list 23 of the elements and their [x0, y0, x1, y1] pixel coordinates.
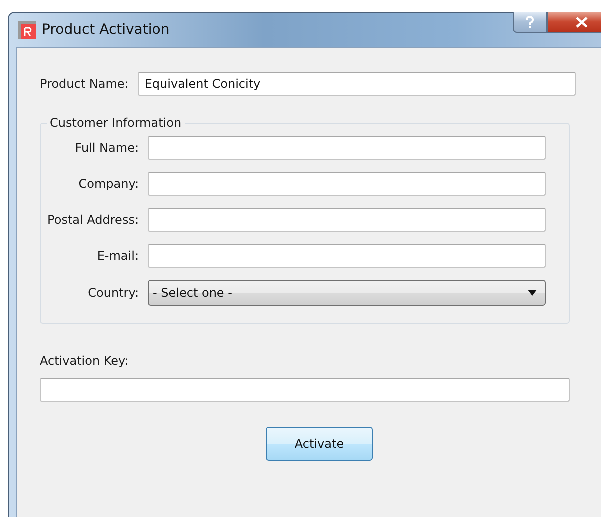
- activation-key-field[interactable]: [40, 378, 570, 402]
- field-label: Country:: [87, 286, 140, 300]
- input-field[interactable]: [148, 244, 546, 268]
- group-title: Customer Information: [49, 116, 183, 130]
- close-button[interactable]: [547, 12, 601, 33]
- caret-icon: [528, 290, 537, 296]
- product-name-label: Product Name:: [40, 77, 129, 91]
- window-title: Product Activation: [42, 22, 170, 38]
- country-dropdown[interactable]: - Select one -: [148, 280, 546, 306]
- field-label: Postal Address:: [46, 213, 140, 227]
- input-field[interactable]: [148, 136, 546, 160]
- activate-button[interactable]: Activate: [266, 427, 373, 461]
- field-label: Full Name:: [74, 141, 140, 155]
- field-label: E-mail:: [96, 249, 140, 263]
- input-field[interactable]: [148, 172, 546, 196]
- app-logo-icon: [18, 21, 36, 39]
- help-button[interactable]: [513, 12, 547, 33]
- field-label: Company:: [78, 177, 140, 191]
- activation-key-label: Activation Key:: [40, 354, 130, 368]
- product-name-field[interactable]: Equivalent Conicity: [138, 72, 576, 96]
- input-field[interactable]: [148, 208, 546, 232]
- close-icon: [575, 16, 589, 28]
- help-icon: [525, 16, 535, 28]
